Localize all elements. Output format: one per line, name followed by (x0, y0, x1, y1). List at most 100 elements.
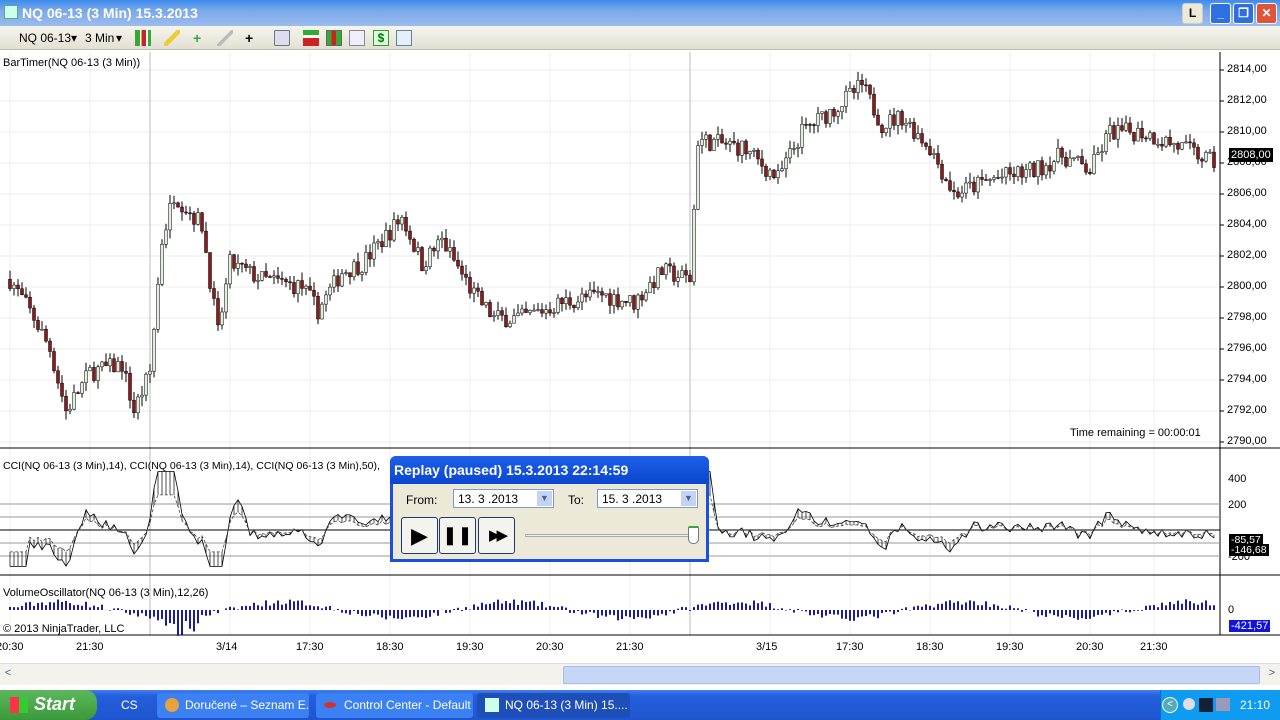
scrollbar-thumb[interactable] (563, 666, 1260, 684)
zoom-icon[interactable] (274, 30, 290, 46)
tray-expand-icon[interactable]: < (1162, 697, 1178, 713)
candle-body (44, 328, 48, 342)
pause-button[interactable]: ❚❚ (439, 517, 476, 554)
time-label[interactable]: 17:30 (296, 641, 324, 653)
instrument-dropdown-icon[interactable]: ▾ (71, 31, 77, 45)
toolbar: NQ 06-13 ▾ 3 Min ▾ + + $ (0, 26, 1280, 50)
taskbar: Start CS Doručené – Seznam E... Control … (0, 690, 1280, 720)
antivirus-icon[interactable] (1199, 698, 1213, 712)
time-label[interactable]: 21:30 (1140, 641, 1168, 653)
candle-body (312, 290, 316, 297)
chevron-down-icon[interactable]: ▼ (681, 491, 696, 506)
restore-button[interactable]: ❐ (1233, 3, 1254, 24)
candle-body (112, 358, 116, 373)
time-label[interactable]: 19:30 (996, 641, 1024, 653)
candle-body (876, 114, 880, 126)
candle-body (160, 243, 164, 285)
time-label[interactable]: 21:30 (76, 641, 104, 653)
candle-body (892, 114, 896, 126)
replay-title: Replay (paused) 15.3.2013 22:14:59 (390, 456, 709, 484)
time-label[interactable]: 3/15 (756, 641, 777, 653)
strategy-icon[interactable] (217, 30, 233, 46)
system-tray: < 21:10 (1160, 690, 1280, 720)
candle-body (1016, 166, 1020, 177)
time-label[interactable]: 21:30 (616, 641, 644, 653)
instrument-select[interactable]: NQ 06-13 (19, 31, 71, 45)
candle-body (620, 300, 624, 308)
candle-body (464, 273, 468, 278)
horizontal-scrollbar[interactable]: < > (0, 663, 1280, 685)
time-label[interactable]: 20:30 (1076, 641, 1104, 653)
candle-body (944, 178, 948, 181)
last-price-marker: 2808,00 (1229, 148, 1273, 162)
time-label[interactable]: 20:30 (536, 641, 564, 653)
time-label[interactable]: 3/14 (216, 641, 237, 653)
scroll-right-button[interactable]: > (1264, 667, 1280, 683)
taskbar-item-chart[interactable]: NQ 06-13 (3 Min) 15.... (477, 693, 630, 718)
interval-select[interactable]: 3 Min (85, 31, 114, 45)
replay-speed-slider[interactable] (525, 534, 695, 537)
start-button[interactable]: Start (0, 690, 97, 720)
fast-forward-button[interactable]: ▶▶ (478, 517, 515, 554)
candle-body (628, 295, 632, 303)
dollar-icon[interactable]: $ (373, 30, 389, 46)
candle-body (816, 113, 820, 126)
search-icon[interactable] (1183, 698, 1195, 710)
candle-body (736, 142, 740, 156)
time-label[interactable]: 18:30 (916, 641, 944, 653)
chart-area[interactable]: BarTimer(NQ 06-13 (3 Min)) Time remainin… (0, 52, 1280, 662)
candle-body (1100, 151, 1104, 154)
time-label[interactable]: 17:30 (836, 641, 864, 653)
candle-body (524, 308, 528, 313)
properties-icon[interactable] (326, 30, 342, 46)
task-label: Control Center - Default (344, 698, 471, 712)
candle-body (844, 90, 848, 107)
candle-body (512, 315, 516, 324)
crosshair-icon[interactable]: + (245, 30, 261, 46)
candle-body (788, 148, 792, 159)
candle-body (1204, 152, 1208, 162)
language-indicator[interactable]: CS (121, 698, 138, 712)
taskbar-item-browser[interactable]: Doručené – Seznam E... (157, 693, 309, 718)
scroll-left-button[interactable]: < (0, 667, 16, 683)
candle-body (296, 280, 300, 295)
chevron-down-icon[interactable]: ▼ (537, 491, 552, 506)
time-label[interactable]: 18:30 (376, 641, 404, 653)
clock: 21:10 (1240, 698, 1271, 712)
candle-body (1084, 163, 1088, 173)
layout-button[interactable]: L (1182, 3, 1203, 24)
candle-body (280, 278, 284, 280)
performance-icon[interactable] (349, 30, 365, 46)
data-box-icon[interactable] (396, 30, 412, 46)
taskbar-item-control-center[interactable]: Control Center - Default (316, 693, 473, 718)
candle-body (992, 177, 996, 180)
candle-body (916, 133, 920, 139)
candle-body (672, 265, 676, 282)
time-label[interactable]: 19:30 (456, 641, 484, 653)
price-tick-label: 2804,00 (1227, 218, 1267, 230)
minimize-button[interactable]: _ (1210, 3, 1231, 24)
chart-style-icon[interactable] (135, 30, 151, 46)
close-button[interactable]: ✕ (1256, 3, 1277, 24)
time-label[interactable]: 20:30 (0, 641, 24, 653)
window-title: NQ 06-13 (3 Min) 15.3.2013 (22, 5, 198, 21)
cci-label: CCI(NQ 06-13 (3 Min),14), CCI(NQ 06-13 (… (3, 460, 380, 472)
slider-handle[interactable] (688, 526, 699, 544)
candle-body (328, 286, 332, 296)
from-date-select[interactable]: 13. 3 .2013 ▼ (453, 489, 554, 508)
play-button[interactable]: ▶ (401, 517, 438, 554)
add-indicator-icon[interactable]: + (193, 30, 209, 46)
orders-icon[interactable] (303, 30, 319, 46)
from-date-value: 13. 3 .2013 (458, 492, 519, 506)
candle-body (188, 212, 192, 215)
candle-body (588, 289, 592, 298)
pencil-icon[interactable] (164, 30, 180, 46)
interval-dropdown-icon[interactable]: ▾ (116, 31, 122, 45)
to-date-select[interactable]: 15. 3 .2013 ▼ (597, 489, 698, 508)
network-icon[interactable] (1216, 698, 1230, 711)
candle-body (116, 361, 120, 373)
candle-body (648, 282, 652, 294)
candle-body (52, 351, 56, 371)
candle-body (384, 230, 388, 248)
price-chart[interactable] (0, 52, 1280, 662)
